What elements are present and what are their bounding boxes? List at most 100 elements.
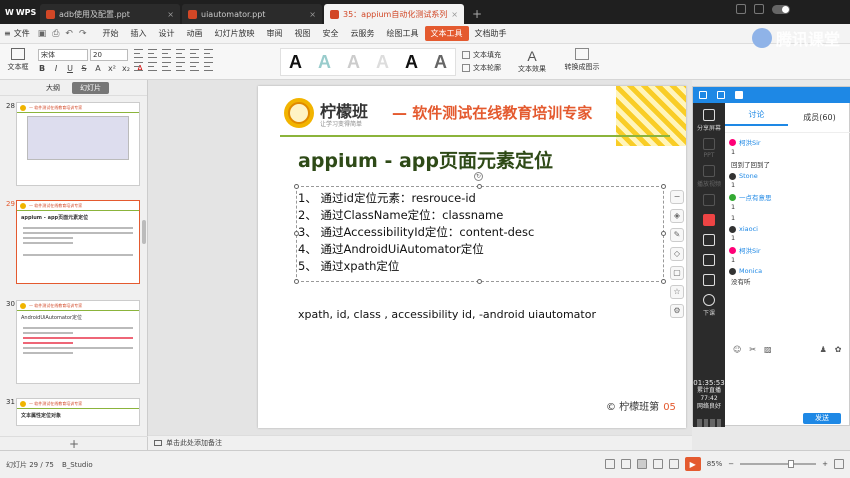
resize-handle[interactable] [661, 184, 666, 189]
locator-summary[interactable]: xpath, id, class , accessibility id, -an… [298, 308, 596, 321]
save-icon[interactable]: ▣ [38, 29, 47, 39]
close-tab-icon[interactable]: × [309, 10, 316, 19]
fill-icon[interactable]: ◇ [670, 247, 684, 261]
resize-handle[interactable] [661, 231, 666, 236]
redo-icon[interactable]: ↷ [79, 29, 87, 39]
menu-home[interactable]: 开始 [97, 26, 125, 41]
settings-icon[interactable] [699, 91, 707, 99]
flower-icon[interactable]: ✿ [835, 345, 842, 354]
font-name-select[interactable]: 宋体 [38, 49, 88, 61]
pen-icon[interactable]: ✎ [670, 228, 684, 242]
menu-view[interactable]: 视图 [289, 26, 317, 41]
chat-user[interactable]: 柯洪Sir [739, 245, 761, 255]
text-style-sample[interactable]: A [405, 52, 418, 73]
mic-button[interactable] [693, 214, 725, 228]
camera-button[interactable] [693, 194, 725, 208]
document-tab-appium[interactable]: 35：appium自动化测试系列 × [324, 4, 464, 24]
text-style-sample[interactable]: A [434, 52, 447, 73]
bullet-list-icon[interactable] [134, 49, 143, 58]
underline-button[interactable]: U [66, 64, 74, 73]
slide-title[interactable]: appium - app页面元素定位 [298, 146, 553, 173]
sorter-view-icon[interactable] [652, 459, 663, 469]
italic-button[interactable]: I [52, 64, 60, 73]
bold-button[interactable]: B [38, 64, 46, 73]
strikethrough-button[interactable]: S [80, 64, 88, 73]
notes-toggle-icon[interactable] [620, 459, 631, 469]
play-slideshow-button[interactable]: ▶ [684, 457, 701, 471]
zoom-level[interactable]: 85% [707, 460, 723, 468]
close-tab-icon[interactable]: × [167, 10, 174, 19]
text-style-sample[interactable]: A [318, 52, 331, 73]
menu-doc-assistant[interactable]: 文档助手 [469, 26, 513, 41]
document-tab-uiautomator[interactable]: uiautomator.ppt × [182, 4, 322, 24]
ppt-button[interactable]: PPT [693, 138, 725, 159]
zoom-in-icon[interactable]: + [822, 460, 828, 468]
convert-diagram-button[interactable]: 转换成图示 [562, 48, 602, 72]
speaker-button[interactable] [693, 234, 725, 248]
subscript-button[interactable]: x₂ [122, 64, 130, 73]
menu-cloud[interactable]: 云服务 [345, 26, 381, 41]
text-style-sample[interactable]: A [347, 52, 360, 73]
text-outline-button[interactable]: 文本轮廓 [462, 61, 501, 74]
text-effect-button[interactable]: A 文本效果 [512, 48, 552, 74]
normal-view-icon[interactable] [636, 459, 647, 469]
text-style-sample[interactable]: A [289, 52, 302, 73]
align-center-icon[interactable] [148, 62, 157, 71]
reading-view-icon[interactable] [668, 459, 679, 469]
music-button[interactable] [693, 254, 725, 268]
tab-discussion[interactable]: 讨论 [725, 109, 788, 126]
textbox-button[interactable]: 文本框 [4, 48, 32, 76]
image-icon[interactable]: ▨ [764, 345, 772, 354]
slide-thumbnail[interactable]: — 软件测试在线教育培训专家 文本属性定位对象 [16, 398, 140, 426]
text-fill-button[interactable]: 文本填充 [462, 48, 501, 61]
resize-handle[interactable] [477, 279, 482, 284]
resize-handle[interactable] [661, 279, 666, 284]
slide-thumbnail[interactable]: — 软件测试在线教育培训专家 AndroidUiAutomator定位 [16, 300, 140, 384]
wps-logo[interactable]: W WPS [0, 0, 40, 24]
line-spacing-icon[interactable] [190, 49, 199, 58]
settings-icon[interactable]: ⚙ [670, 304, 684, 318]
crop-icon[interactable]: ▢ [670, 266, 684, 280]
chat-user[interactable]: 一点有意思 [739, 192, 772, 202]
play-video-button[interactable]: 播放视频 [693, 165, 725, 188]
slide-thumbnail[interactable]: — 软件测试在线教育培训专家 [16, 102, 140, 186]
fit-window-icon[interactable] [834, 459, 844, 469]
zoom-slider-knob[interactable] [788, 460, 795, 468]
zoom-out-icon[interactable]: − [728, 460, 734, 468]
superscript-button[interactable]: x² [108, 64, 116, 73]
notes-bar[interactable]: 单击此处添加备注 [148, 435, 692, 450]
menu-security[interactable]: 安全 [317, 26, 345, 41]
text-shadow-button[interactable]: A [94, 64, 102, 73]
mode-toggle[interactable] [772, 4, 790, 14]
print-icon[interactable]: ⎙ [52, 29, 59, 39]
document-tab-adb[interactable]: adb使用及配置.ppt × [40, 4, 180, 24]
chat-user[interactable]: 柯洪Sir [739, 137, 761, 147]
animation-icon[interactable]: ☆ [670, 285, 684, 299]
skin-icon[interactable] [754, 4, 764, 14]
close-tab-icon[interactable]: × [451, 10, 458, 19]
slide[interactable]: 柠檬班 让学习变得简单 — 软件测试在线教育培训专家 appium - app页… [258, 86, 686, 428]
chat-user[interactable]: Monica [739, 267, 762, 275]
menu-drawing-tools[interactable]: 绘图工具 [381, 26, 425, 41]
menu-review[interactable]: 审阅 [261, 26, 289, 41]
emoji-icon[interactable]: ☺ [733, 345, 741, 354]
resize-handle[interactable] [294, 279, 299, 284]
menu-animation[interactable]: 动画 [181, 26, 209, 41]
menu-insert[interactable]: 插入 [125, 26, 153, 41]
end-class-button[interactable]: 下课 [693, 294, 725, 317]
add-slide-button[interactable]: + [0, 436, 148, 451]
fullscreen-button[interactable] [693, 274, 725, 288]
columns-icon[interactable] [204, 62, 213, 71]
chat-user[interactable]: Stone [739, 172, 758, 180]
decrease-indent-icon[interactable] [162, 49, 171, 58]
new-tab-icon[interactable]: + [472, 4, 482, 24]
layout-icon[interactable] [736, 4, 746, 14]
menu-text-tools[interactable]: 文本工具 [424, 26, 469, 41]
increase-indent-icon[interactable] [176, 49, 185, 58]
member-icon[interactable]: ♟ [820, 345, 827, 354]
chat-user[interactable]: xiaoci [739, 225, 758, 233]
undo-icon[interactable]: ↶ [65, 29, 73, 39]
align-left-icon[interactable] [134, 62, 143, 71]
window-icon[interactable] [717, 91, 725, 99]
menu-slideshow[interactable]: 幻灯片放映 [209, 26, 261, 41]
